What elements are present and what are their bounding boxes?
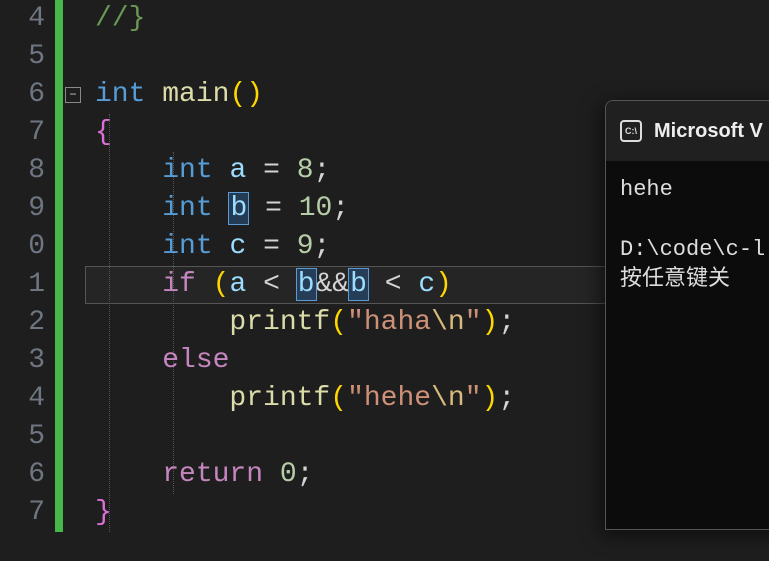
code-line[interactable]: [85, 38, 769, 76]
change-indicator-bar: [55, 0, 63, 561]
line-number: 7: [0, 114, 45, 152]
fold-toggle-icon[interactable]: −: [65, 87, 81, 103]
highlighted-var-b: b: [349, 269, 368, 300]
code-line[interactable]: //}: [85, 0, 769, 38]
code-editor: 4 5 6 7 8 9 0 1 2 3 4 5 6 7 − //} int ma…: [0, 0, 769, 561]
line-number: 6: [0, 456, 45, 494]
line-number: 5: [0, 418, 45, 456]
highlighted-var-b: b: [229, 193, 248, 224]
line-number: 5: [0, 38, 45, 76]
console-line: hehe: [620, 177, 673, 202]
console-window[interactable]: C:\ Microsoft V hehe D:\code\c-l 按任意键关: [605, 100, 769, 530]
console-line: 按任意键关: [620, 267, 730, 292]
line-number: 0: [0, 228, 45, 266]
line-number: 2: [0, 304, 45, 342]
highlighted-var-b: b: [297, 269, 316, 300]
console-output[interactable]: hehe D:\code\c-l 按任意键关: [606, 161, 769, 309]
console-title: Microsoft V: [654, 120, 763, 143]
line-number: 9: [0, 190, 45, 228]
line-number: 8: [0, 152, 45, 190]
line-number: 6: [0, 76, 45, 114]
line-number: 1: [0, 266, 45, 304]
fold-column: −: [63, 0, 85, 561]
line-number: 3: [0, 342, 45, 380]
console-icon: C:\: [620, 120, 642, 142]
line-number-gutter: 4 5 6 7 8 9 0 1 2 3 4 5 6 7: [0, 0, 55, 561]
line-number: 4: [0, 380, 45, 418]
line-number: 4: [0, 0, 45, 38]
line-number: 7: [0, 494, 45, 532]
console-line: D:\code\c-l: [620, 237, 765, 262]
console-titlebar[interactable]: C:\ Microsoft V: [606, 101, 769, 161]
